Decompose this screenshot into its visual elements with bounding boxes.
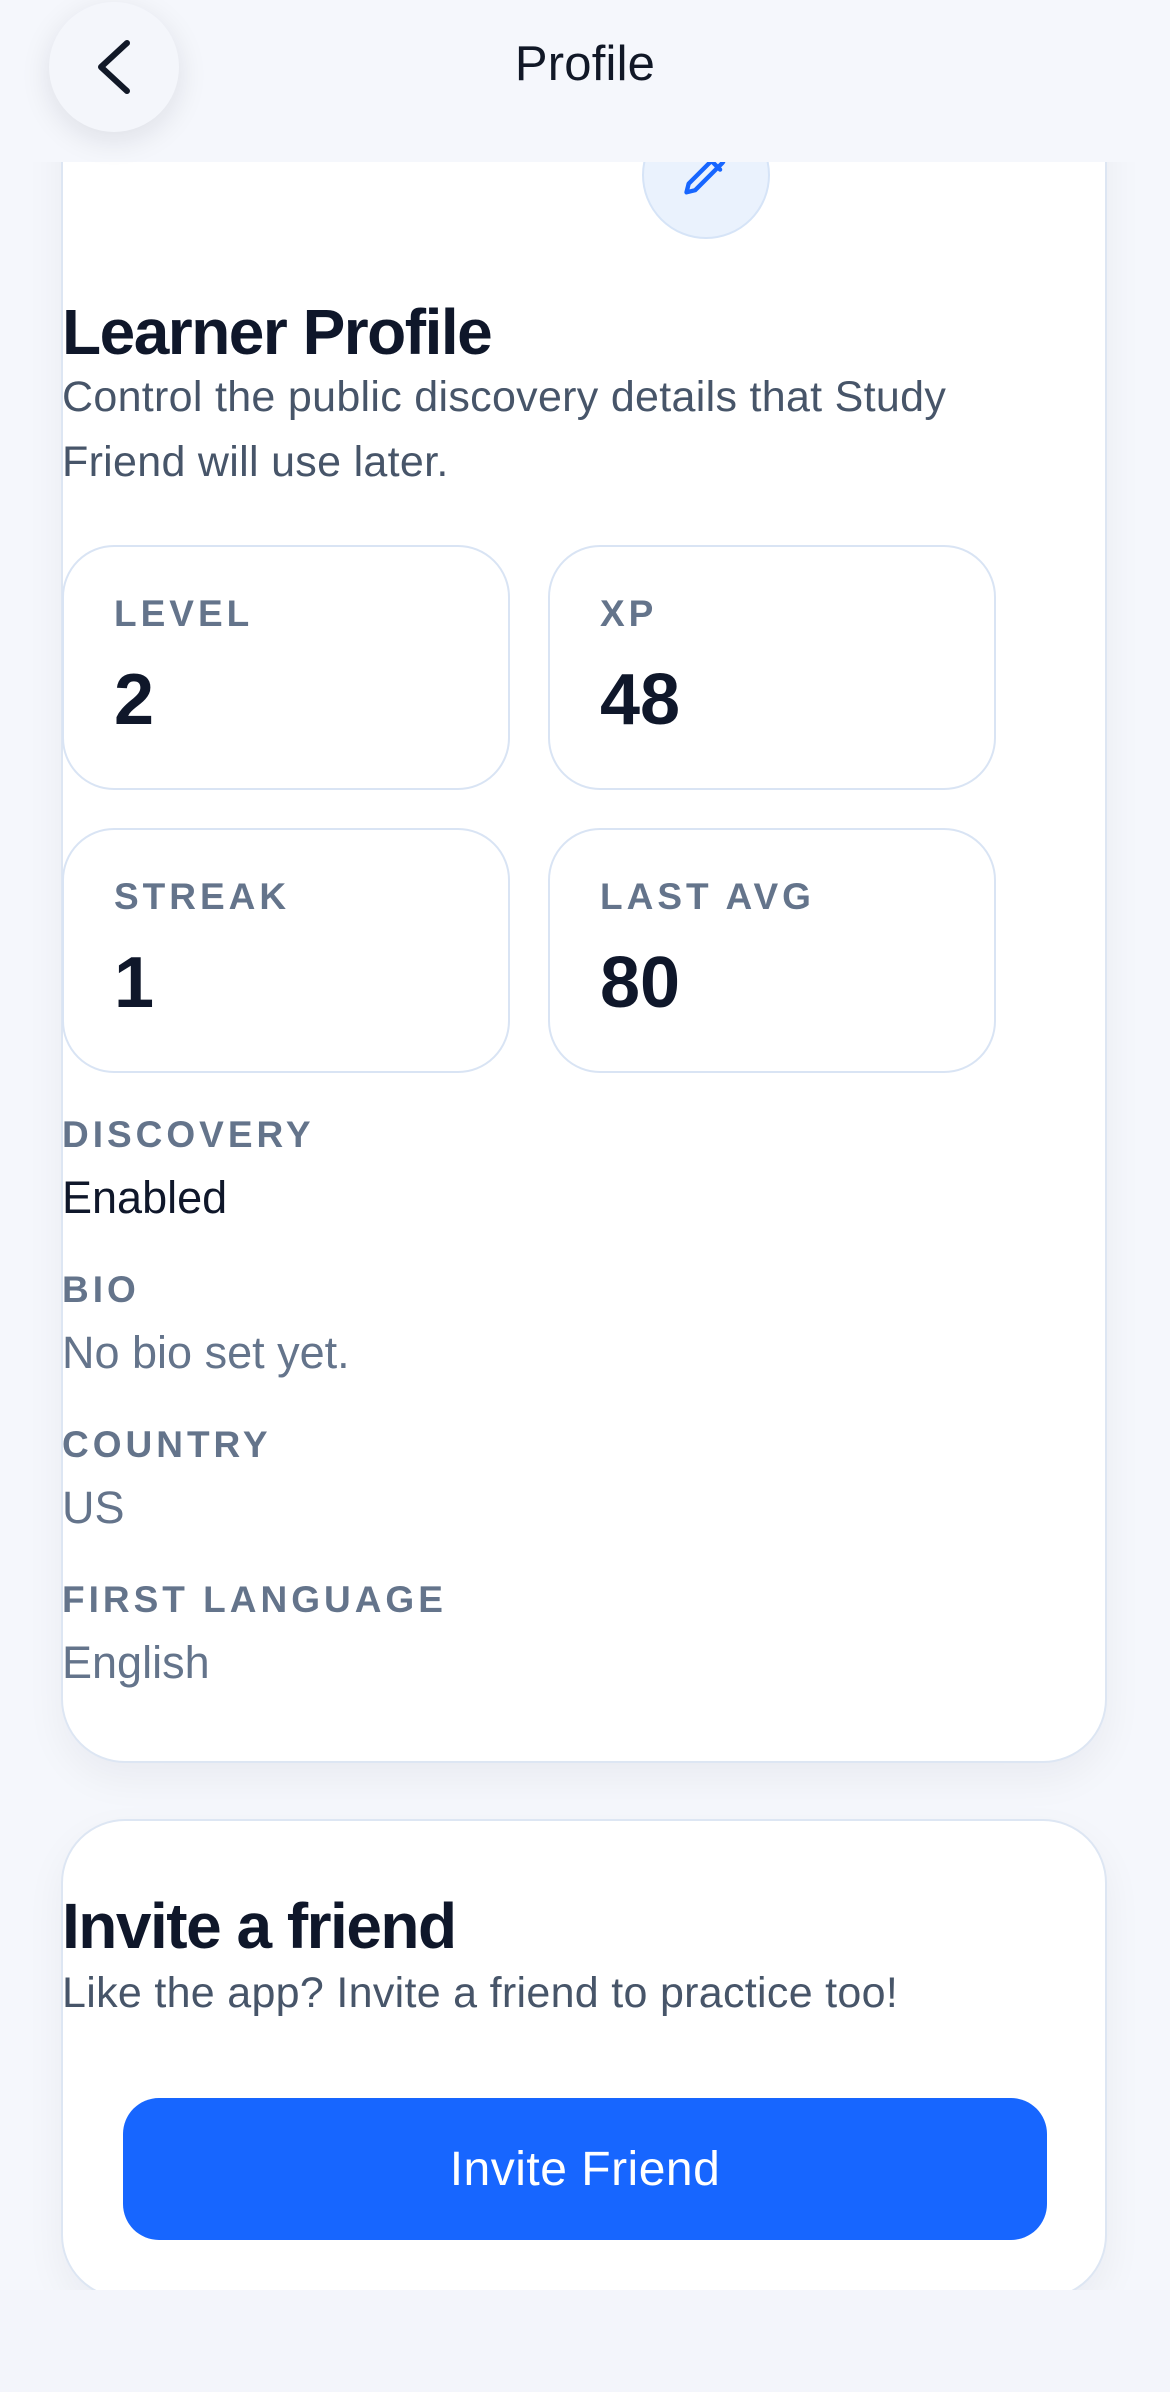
- pencil-icon: [684, 162, 726, 195]
- invite-heading: Invite a friend: [62, 1890, 457, 1962]
- stat-label: LAST AVG: [600, 876, 815, 917]
- stat-value: 48: [600, 660, 681, 740]
- page-title: Profile: [514, 37, 656, 91]
- bio-value: No bio set yet.: [62, 1327, 350, 1378]
- stat-label: LEVEL: [114, 593, 254, 634]
- first-language-label: FIRST LANGUAGE: [62, 1579, 447, 1620]
- scroll-content[interactable]: Learner Profile Control the public disco…: [0, 162, 1170, 2290]
- stat-value: 2: [114, 660, 155, 740]
- bio-label: BIO: [62, 1269, 140, 1310]
- learner-profile-description: Control the public discovery details tha…: [62, 373, 947, 486]
- stat-value: 1: [114, 943, 155, 1023]
- stat-card-last-avg: LAST AVG 80: [548, 828, 996, 1073]
- learner-profile-heading: Learner Profile: [62, 296, 493, 368]
- invite-description: Like the app? Invite a friend to practic…: [62, 1969, 899, 2017]
- country-label: COUNTRY: [62, 1424, 272, 1465]
- stat-card-streak: STREAK 1: [62, 828, 510, 1073]
- stat-label: XP: [600, 593, 658, 634]
- invite-friend-button[interactable]: Invite Friend: [123, 2098, 1047, 2240]
- stat-value: 80: [600, 943, 681, 1023]
- stat-card-xp: XP 48: [548, 545, 996, 790]
- stat-card-level: LEVEL 2: [62, 545, 510, 790]
- top-bar: Profile: [0, 0, 1170, 162]
- stat-label: STREAK: [114, 876, 291, 917]
- country-value: US: [62, 1482, 125, 1533]
- discovery-value: Enabled: [62, 1172, 228, 1223]
- first-language-value: English: [62, 1637, 210, 1688]
- edit-profile-button[interactable]: [642, 162, 770, 239]
- bottom-safe-area: [0, 2290, 1170, 2392]
- discovery-label: DISCOVERY: [62, 1114, 315, 1155]
